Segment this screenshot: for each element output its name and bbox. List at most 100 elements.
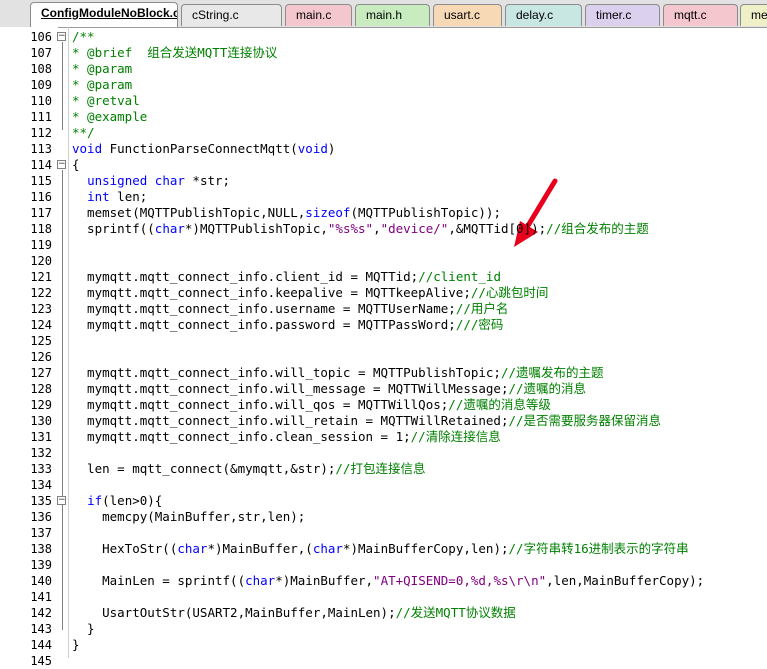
code-line[interactable]: 133 len = mqtt_connect(&mymqtt,&str);//打… xyxy=(0,461,767,477)
code-line[interactable]: 145 xyxy=(0,653,767,669)
code-editor[interactable]: 106/** −107 * @brief 组合发送MQTT连接协议 108 * @par… xyxy=(0,27,767,668)
line-number: 132 xyxy=(30,446,52,460)
code-text: mymqtt.mqtt_connect_info.password = MQTT… xyxy=(72,317,503,333)
code-line[interactable]: 122 mymqtt.mqtt_connect_info.keepalive =… xyxy=(0,285,767,301)
code-comment: //client_id xyxy=(418,269,501,284)
code-line[interactable]: 142 UsartOutStr(USART2,MainBuffer,MainLe… xyxy=(0,605,767,621)
line-number: 121 xyxy=(30,270,52,284)
code-token: } xyxy=(72,621,95,636)
code-line[interactable]: 140 MainLen = sprintf((char*)MainBuffer,… xyxy=(0,573,767,589)
code-line[interactable]: 129 mymqtt.mqtt_connect_info.will_qos = … xyxy=(0,397,767,413)
code-comment: //打包连接信息 xyxy=(335,461,426,476)
minus-box-icon[interactable]: − xyxy=(57,32,66,41)
code-token: mymqtt.mqtt_connect_info.client_id = MQT… xyxy=(72,269,419,284)
code-line[interactable]: 114 { xyxy=(0,157,767,173)
code-keyword: char xyxy=(154,221,185,236)
code-line[interactable]: 126 xyxy=(0,349,767,365)
tab-main-c[interactable]: main.c xyxy=(285,4,352,26)
code-comment: * @brief 组合发送MQTT连接协议 xyxy=(72,45,278,60)
tab-me[interactable]: me xyxy=(740,4,767,26)
code-text: void FunctionParseConnectMqtt(void) xyxy=(72,141,335,157)
tab-mqtt-c[interactable]: mqtt.c xyxy=(663,4,738,26)
code-line[interactable]: 123 mymqtt.mqtt_connect_info.username = … xyxy=(0,301,767,317)
code-line[interactable]: 111 * @example xyxy=(0,109,767,125)
code-line[interactable]: 134 xyxy=(0,477,767,493)
code-line[interactable]: 143 } xyxy=(0,621,767,637)
code-line[interactable]: 130 mymqtt.mqtt_connect_info.will_retain… xyxy=(0,413,767,429)
line-number: 126 xyxy=(30,350,52,364)
tab-usart-c[interactable]: usart.c xyxy=(433,4,502,26)
tab-delay-c[interactable]: delay.c xyxy=(505,4,582,26)
code-text: **/ xyxy=(72,125,95,141)
code-line[interactable]: 113 void FunctionParseConnectMqtt(void) xyxy=(0,141,767,157)
code-text: mymqtt.mqtt_connect_info.will_qos = MQTT… xyxy=(72,397,551,413)
minus-box-icon[interactable]: − xyxy=(57,160,66,169)
code-line[interactable]: 120 xyxy=(0,253,767,269)
code-line[interactable]: 109 * @param xyxy=(0,77,767,93)
code-token: *)MainBuffer,( xyxy=(207,541,313,556)
code-comment: //字符串转16进制表示的字符串 xyxy=(508,541,689,556)
code-line[interactable]: 135 if(len>0){ xyxy=(0,493,767,509)
code-line[interactable]: 141 xyxy=(0,589,767,605)
code-line[interactable]: 125 xyxy=(0,333,767,349)
line-number: 131 xyxy=(30,430,52,444)
code-line[interactable]: 112 **/ xyxy=(0,125,767,141)
code-line[interactable]: 124 mymqtt.mqtt_connect_info.password = … xyxy=(0,317,767,333)
line-number: 133 xyxy=(30,462,52,476)
line-number: 127 xyxy=(30,366,52,380)
code-comment: //组合发布的主题 xyxy=(546,221,649,236)
code-token: } xyxy=(72,637,80,652)
code-line[interactable]: 121 mymqtt.mqtt_connect_info.client_id =… xyxy=(0,269,767,285)
code-text: * @example xyxy=(72,109,147,125)
code-line[interactable]: 118 sprintf((char*)MQTTPublishTopic,"%s%… xyxy=(0,221,767,237)
line-number: 111 xyxy=(30,110,52,124)
code-token: HexToStr(( xyxy=(72,541,178,556)
code-token: *)MainBuffer, xyxy=(275,573,374,588)
line-number: 107 xyxy=(30,46,52,60)
code-line[interactable]: 110 * @retval xyxy=(0,93,767,109)
line-number: 137 xyxy=(30,526,52,540)
code-text: * @brief 组合发送MQTT连接协议 xyxy=(72,45,277,61)
code-comment: ///密码 xyxy=(455,317,504,332)
code-line[interactable]: 131 mymqtt.mqtt_connect_info.clean_sessi… xyxy=(0,429,767,445)
code-token: (MQTTPublishTopic)); xyxy=(350,205,501,220)
code-line[interactable]: 136 memcpy(MainBuffer,str,len); xyxy=(0,509,767,525)
code-line[interactable]: 107 * @brief 组合发送MQTT连接协议 xyxy=(0,45,767,61)
code-line[interactable]: 138 HexToStr((char*)MainBuffer,(char*)Ma… xyxy=(0,541,767,557)
tab-configmodulenoblock-c[interactable]: ConfigModuleNoBlock.c xyxy=(30,2,178,27)
tab-cstring-c[interactable]: cString.c xyxy=(181,4,282,26)
code-line[interactable]: 144} xyxy=(0,637,767,653)
code-comment: //遗嘱的消息等级 xyxy=(448,397,551,412)
code-line[interactable]: 106 /** xyxy=(0,29,767,45)
tab-timer-c[interactable]: timer.c xyxy=(585,4,660,26)
code-text: /** xyxy=(72,29,95,45)
minus-box-icon[interactable]: − xyxy=(57,496,66,505)
code-line[interactable]: 127 mymqtt.mqtt_connect_info.will_topic … xyxy=(0,365,767,381)
code-line[interactable]: 119 xyxy=(0,237,767,253)
code-text: len = mqtt_connect(&mymqtt,&str);//打包连接信… xyxy=(72,461,425,477)
code-text: mymqtt.mqtt_connect_info.keepalive = MQT… xyxy=(72,285,548,301)
code-line[interactable]: 116 int len; xyxy=(0,189,767,205)
line-number: 144 xyxy=(30,638,52,652)
code-line[interactable]: 137 xyxy=(0,525,767,541)
code-text: if(len>0){ xyxy=(72,493,162,509)
code-line[interactable]: 108 * @param xyxy=(0,61,767,77)
code-token: memset(MQTTPublishTopic,NULL, xyxy=(72,205,306,220)
code-line[interactable]: 115 unsigned char *str; xyxy=(0,173,767,189)
line-number: 138 xyxy=(30,542,52,556)
code-token: mymqtt.mqtt_connect_info.will_message = … xyxy=(72,381,509,396)
code-line[interactable]: 139 xyxy=(0,557,767,573)
line-number: 114 xyxy=(30,158,52,172)
tab-label: ConfigModuleNoBlock.c xyxy=(41,6,178,20)
code-text: mymqtt.mqtt_connect_info.clean_session =… xyxy=(72,429,501,445)
code-keyword: sizeof xyxy=(305,205,351,220)
tab-main-h[interactable]: main.h xyxy=(355,4,430,26)
code-token: FunctionParseConnectMqtt( xyxy=(102,141,298,156)
file-tab-bar: ConfigModuleNoBlock.c cString.c main.c main… xyxy=(0,0,767,28)
code-token: mymqtt.mqtt_connect_info.password = MQTT… xyxy=(72,317,456,332)
code-line[interactable]: 132 xyxy=(0,445,767,461)
code-token: len; xyxy=(109,189,148,204)
code-line[interactable]: 117 memset(MQTTPublishTopic,NULL,sizeof(… xyxy=(0,205,767,221)
code-line[interactable]: 128 mymqtt.mqtt_connect_info.will_messag… xyxy=(0,381,767,397)
